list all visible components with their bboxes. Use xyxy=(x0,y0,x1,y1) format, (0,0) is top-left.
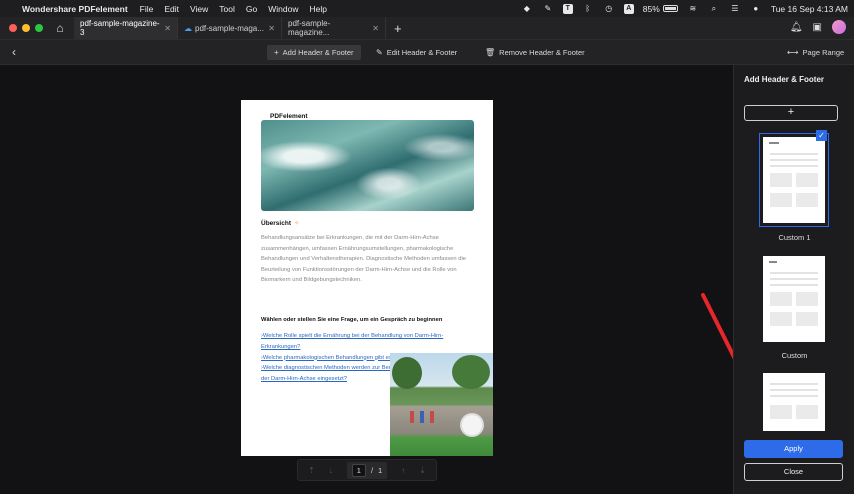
apply-button[interactable]: Apply xyxy=(744,440,843,458)
edit-icon: ✎ xyxy=(376,48,383,57)
template-custom[interactable] xyxy=(763,256,825,342)
close-tab-icon[interactable]: ✕ xyxy=(268,24,275,33)
text-app-icon[interactable]: T xyxy=(562,3,573,14)
pen-icon[interactable]: ✎ xyxy=(542,4,554,14)
tab-label: pdf-sample-magazine... xyxy=(288,19,331,37)
menu-go[interactable]: Go xyxy=(246,4,257,14)
menubar: Wondershare PDFelement File Edit View To… xyxy=(0,0,854,17)
template-3[interactable] xyxy=(763,373,825,431)
app-window: Wondershare PDFelement File Edit View To… xyxy=(0,0,854,494)
ocean-wave-image xyxy=(261,120,474,211)
menu-edit[interactable]: Edit xyxy=(164,4,179,14)
sparkle-icon: ✧ xyxy=(293,220,300,227)
prev-page-icon[interactable]: ↓ xyxy=(329,466,333,475)
close-button[interactable]: Close xyxy=(744,463,843,481)
tab-document-3[interactable]: pdf-sample-magazine... ✕ xyxy=(282,17,386,39)
bell-icon[interactable]: 🔔︎ xyxy=(790,22,803,33)
tab-label: pdf-sample-magazine-3 xyxy=(80,19,160,37)
remove-header-footer-label: Remove Header & Footer xyxy=(499,48,585,57)
section-title: Übersicht ✧ xyxy=(261,220,300,227)
plus-icon: + xyxy=(274,48,279,57)
menu-file[interactable]: File xyxy=(140,4,154,14)
tab-bar-right: 🔔︎ ▣ xyxy=(790,20,846,34)
close-tab-icon[interactable]: ✕ xyxy=(372,24,379,33)
siri-icon[interactable]: ● xyxy=(750,4,762,14)
close-tab-icon[interactable]: ✕ xyxy=(164,24,171,33)
menu-tool[interactable]: Tool xyxy=(219,4,235,14)
status-area: ◆ ✎ T ᛒ ◷ A 85% ≋ ⌕ ☰ ● Tue 16 Sep 4:13 … xyxy=(521,0,848,17)
first-page-icon[interactable]: ⇡ xyxy=(308,466,315,475)
close-window-button[interactable] xyxy=(9,24,17,32)
add-header-footer-button[interactable]: + Add Header & Footer xyxy=(267,45,361,60)
next-page-icon[interactable]: ↑ xyxy=(401,466,405,475)
add-template-button[interactable]: + xyxy=(744,105,838,121)
battery-indicator[interactable]: 85% xyxy=(643,4,678,14)
template-custom-1[interactable] xyxy=(759,133,829,227)
playground-photo xyxy=(390,353,493,456)
selected-check-icon: ✓ xyxy=(816,130,827,141)
search-icon[interactable]: ⌕ xyxy=(708,4,720,14)
menu-help[interactable]: Help xyxy=(309,4,326,14)
clock-text[interactable]: Tue 16 Sep 4:13 AM xyxy=(771,4,848,14)
input-source-icon[interactable]: A xyxy=(623,3,634,14)
edit-header-footer-button[interactable]: ✎ Edit Header & Footer xyxy=(369,45,464,60)
page-range-label: Page Range xyxy=(802,48,845,57)
bluetooth-icon[interactable]: ᛒ xyxy=(582,4,594,14)
add-header-footer-label: Add Header & Footer xyxy=(282,48,354,57)
minimize-window-button[interactable] xyxy=(22,24,30,32)
page-navigator: ⇡ ↓ 1 / 1 ↑ ⇣ xyxy=(297,459,437,481)
menu-window[interactable]: Window xyxy=(268,4,298,14)
body-paragraph: Behandlungsansätze bei Erkrankungen, die… xyxy=(261,235,466,284)
range-icon: ⟷ xyxy=(787,48,799,57)
document-canvas[interactable]: PDFelement Übersicht ✧ Behandlungsansätze… xyxy=(0,65,733,494)
new-tab-icon[interactable]: + xyxy=(394,21,402,36)
current-page-input[interactable]: 1 xyxy=(351,463,366,477)
question-heading: Wählen oder stellen Sie eine Frage, um e… xyxy=(261,317,443,323)
dropbox-icon[interactable]: ◆ xyxy=(521,4,533,14)
template-label: Custom 1 xyxy=(778,233,811,242)
control-center-icon[interactable]: ☰ xyxy=(729,4,741,14)
app-name[interactable]: Wondershare PDFelement xyxy=(22,4,128,14)
header-footer-panel: Add Header & Footer + ✓ Custom 1 Custom xyxy=(733,65,854,494)
window-controls xyxy=(9,24,43,32)
trash-icon: 🗑︎ xyxy=(485,48,496,57)
pdf-page[interactable]: PDFelement Übersicht ✧ Behandlungsansätze… xyxy=(241,100,493,456)
page-separator: / xyxy=(370,465,374,475)
page-header-text: PDFelement xyxy=(270,113,308,120)
tab-label: ☁ pdf-sample-maga... xyxy=(184,23,264,33)
tab-document-1[interactable]: pdf-sample-magazine-3 ✕ xyxy=(74,17,178,39)
last-page-icon[interactable]: ⇣ xyxy=(419,466,426,475)
battery-icon xyxy=(662,5,678,12)
home-icon[interactable]: ⌂ xyxy=(52,20,68,36)
cloud-icon: ☁ xyxy=(184,23,192,33)
tab-document-2[interactable]: ☁ pdf-sample-maga... ✕ xyxy=(178,17,282,39)
back-arrow-icon[interactable]: ‹ xyxy=(12,45,16,59)
zoom-window-button[interactable] xyxy=(35,24,43,32)
menu-view[interactable]: View xyxy=(190,4,208,14)
flower-shape xyxy=(462,415,482,435)
wifi-icon[interactable]: ≋ xyxy=(687,4,699,14)
header-footer-toolbar: ‹ + Add Header & Footer ✎ Edit Header & … xyxy=(0,39,854,65)
clock-icon[interactable]: ◷ xyxy=(603,4,615,14)
edit-header-footer-label: Edit Header & Footer xyxy=(386,48,458,57)
page-indicator: 1 / 1 xyxy=(346,461,388,479)
avatar[interactable] xyxy=(832,20,846,34)
remove-header-footer-button[interactable]: 🗑︎ Remove Header & Footer xyxy=(478,45,592,60)
page-range-button[interactable]: ⟷ Page Range xyxy=(780,45,851,60)
battery-percent: 85% xyxy=(642,3,660,14)
inbox-icon[interactable]: ▣ xyxy=(813,22,822,33)
question-link[interactable]: ›Welche Rolle spielt die Ernährung bei d… xyxy=(261,331,479,353)
template-label: Custom xyxy=(781,351,808,360)
tab-bar: ⌂ pdf-sample-magazine-3 ✕ ☁ pdf-sample-ma… xyxy=(0,17,854,39)
total-pages: 1 xyxy=(378,465,383,475)
panel-title: Add Header & Footer xyxy=(744,75,825,84)
